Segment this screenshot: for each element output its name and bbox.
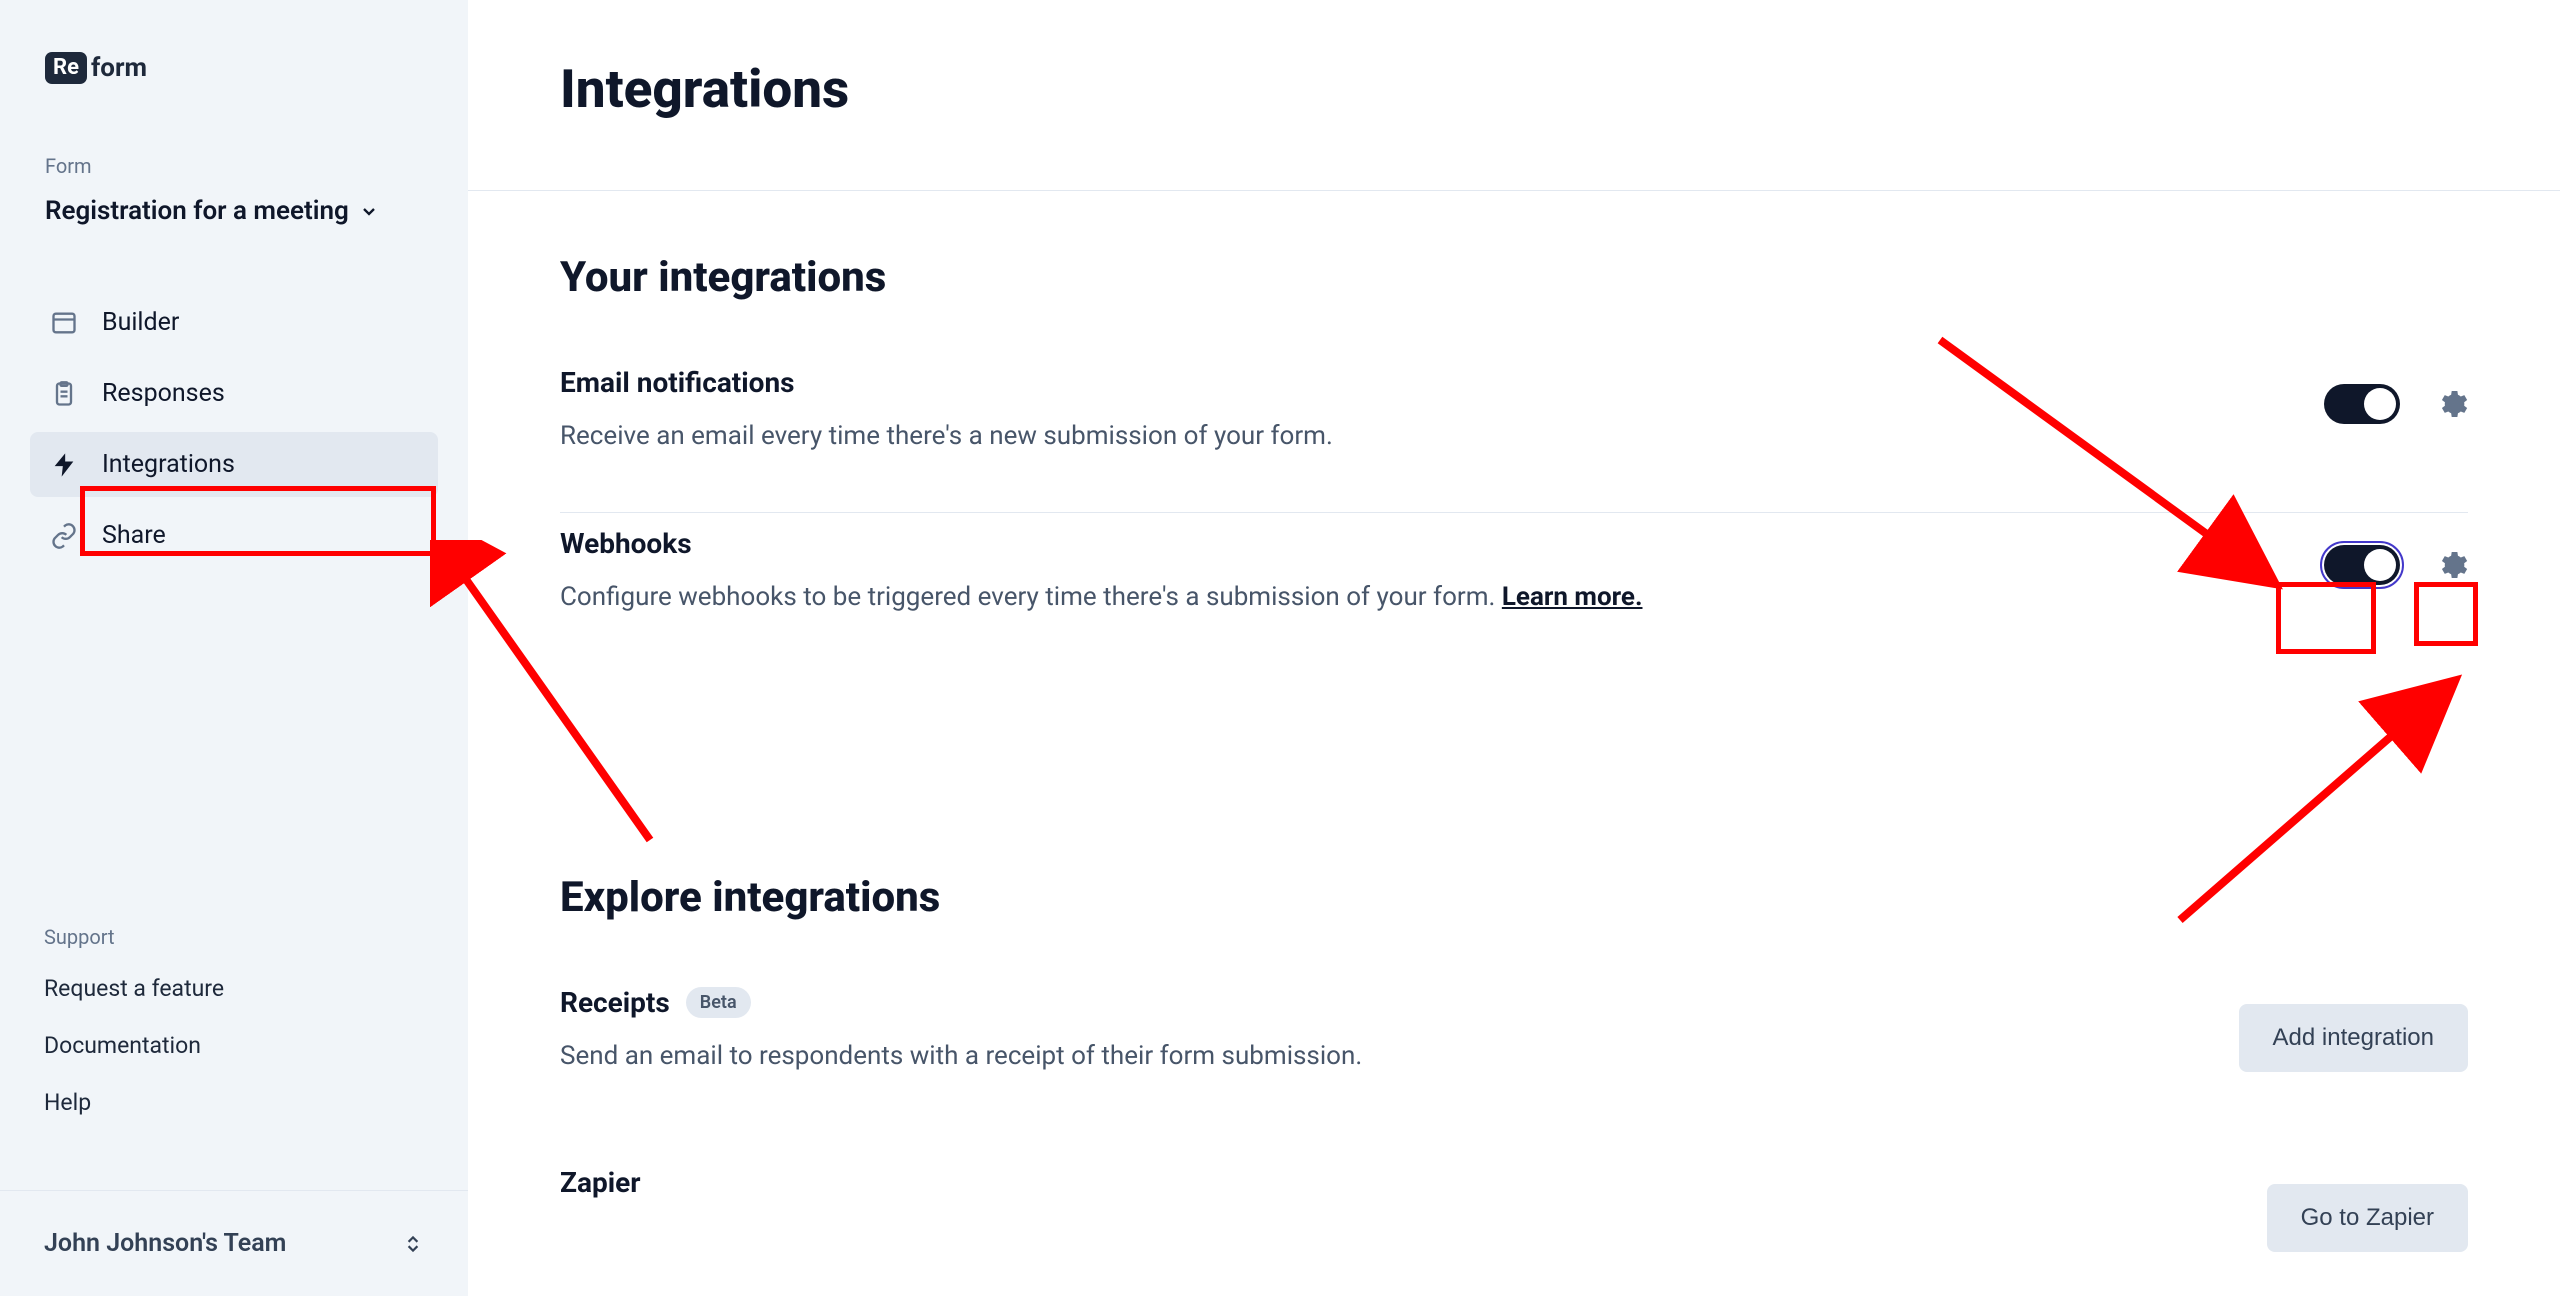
integration-receipts: Receipts Beta Send an email to responden… <box>560 972 2468 1106</box>
sidebar-nav: Builder Responses Integrations Share <box>0 290 468 574</box>
form-switcher[interactable]: Registration for a meeting <box>45 196 379 226</box>
toggle-webhooks[interactable] <box>2324 545 2400 585</box>
logo[interactable]: Re form <box>45 52 468 84</box>
logo-badge: Re <box>45 52 87 84</box>
integration-title: Zapier <box>560 1166 641 1199</box>
chevron-updown-icon <box>402 1233 424 1255</box>
go-to-zapier-button[interactable]: Go to Zapier <box>2267 1184 2468 1252</box>
integration-desc: Configure webhooks to be triggered every… <box>560 578 1642 617</box>
sidebar-item-share[interactable]: Share <box>30 503 438 568</box>
integration-desc-text: Configure webhooks to be triggered every… <box>560 582 1502 612</box>
integrations-icon <box>50 451 78 479</box>
chevron-down-icon <box>359 201 379 221</box>
logo-text: form <box>91 53 147 83</box>
integration-title: Webhooks <box>560 527 1642 560</box>
sidebar-item-responses[interactable]: Responses <box>30 361 438 426</box>
support-section: Support Request a feature Documentation … <box>0 925 468 1190</box>
sidebar-item-label: Share <box>102 521 166 550</box>
sidebar-item-label: Integrations <box>102 450 235 479</box>
toggle-email-notifications[interactable] <box>2324 384 2400 424</box>
gear-icon[interactable] <box>2434 387 2468 421</box>
integration-title: Email notifications <box>560 366 1333 399</box>
sidebar-item-integrations[interactable]: Integrations <box>30 432 438 497</box>
support-link-request-feature[interactable]: Request a feature <box>44 975 424 1002</box>
sidebar-item-label: Builder <box>102 308 179 337</box>
integration-email-notifications: Email notifications Receive an email eve… <box>560 352 2468 513</box>
beta-badge: Beta <box>686 987 751 1018</box>
add-integration-button[interactable]: Add integration <box>2239 1004 2468 1072</box>
support-link-documentation[interactable]: Documentation <box>44 1032 424 1059</box>
support-label: Support <box>44 925 424 949</box>
integration-desc: Receive an email every time there's a ne… <box>560 417 1333 456</box>
share-icon <box>50 522 78 550</box>
page-title: Integrations <box>468 0 2560 191</box>
your-integrations-title: Your integrations <box>560 191 2468 352</box>
main-content: Integrations Your integrations Email not… <box>468 0 2560 1296</box>
sidebar: Re form Form Registration for a meeting … <box>0 0 468 1296</box>
form-name: Registration for a meeting <box>45 196 349 226</box>
learn-more-link[interactable]: Learn more. <box>1502 582 1643 612</box>
explore-integrations-title: Explore integrations <box>560 673 2468 972</box>
integration-webhooks: Webhooks Configure webhooks to be trigge… <box>560 513 2468 673</box>
integration-title: Receipts <box>560 986 670 1019</box>
builder-icon <box>50 309 78 337</box>
team-name: John Johnson's Team <box>44 1229 286 1258</box>
gear-icon[interactable] <box>2434 548 2468 582</box>
sidebar-item-builder[interactable]: Builder <box>30 290 438 355</box>
sidebar-item-label: Responses <box>102 379 225 408</box>
integration-desc: Send an email to respondents with a rece… <box>560 1037 1362 1076</box>
integration-zapier: Zapier Go to Zapier <box>560 1106 2468 1282</box>
support-link-help[interactable]: Help <box>44 1089 424 1116</box>
responses-icon <box>50 380 78 408</box>
team-switcher[interactable]: John Johnson's Team <box>0 1190 468 1296</box>
form-label: Form <box>45 154 468 178</box>
